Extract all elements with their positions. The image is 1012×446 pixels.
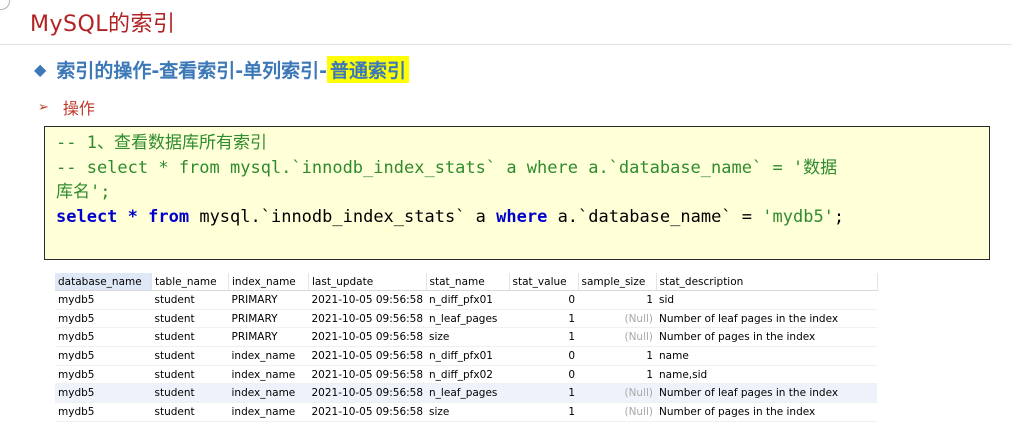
table-cell[interactable]: Number of pages in the index (656, 402, 878, 422)
column-header[interactable]: sample_size (578, 273, 657, 291)
table-cell[interactable]: (Null) (578, 327, 657, 348)
table-cell[interactable]: student (151, 327, 229, 348)
table-cell[interactable]: sid (656, 290, 878, 310)
grid-header-row: database_name table_name index_name last… (55, 273, 878, 291)
table-row[interactable]: mydb5 student PRIMARY 2021-10-05 09:56:58 si… (55, 327, 878, 348)
table-cell[interactable]: size (426, 327, 510, 348)
sql-text: ; (833, 206, 845, 227)
table-cell[interactable]: 1 (578, 290, 657, 310)
table-row[interactable]: mydb5 student PRIMARY 2021-10-05 09:56:58 n_… (55, 290, 878, 310)
table-cell[interactable]: n_leaf_pages (426, 309, 510, 329)
table-cell[interactable]: size (426, 402, 510, 422)
code-comment-line: -- select * from mysql.`innodb_index_sta… (56, 157, 838, 178)
table-cell[interactable]: 2021-10-05 09:56:58 (308, 309, 427, 329)
table-cell[interactable]: 1 (509, 309, 579, 329)
table-cell[interactable]: 2021-10-05 09:56:58 (308, 327, 427, 348)
table-cell[interactable]: 2021-10-05 09:56:58 (308, 290, 427, 310)
table-cell[interactable]: n_diff_pfx01 (426, 290, 510, 310)
section-heading-text: 索引的操作-查看索引-单列索引- (56, 60, 327, 82)
table-cell[interactable]: index_name (228, 383, 309, 404)
title-divider (0, 44, 1012, 45)
table-cell[interactable]: student (151, 309, 229, 329)
table-cell[interactable]: student (151, 402, 229, 422)
column-header[interactable]: table_name (151, 273, 229, 291)
table-cell[interactable]: index_name (228, 402, 309, 422)
table-cell[interactable]: (Null) (578, 383, 657, 404)
table-cell[interactable]: PRIMARY (228, 309, 309, 329)
column-header[interactable]: index_name (228, 273, 309, 291)
code-sql-line: select * from mysql.`innodb_index_stats`… (56, 205, 989, 230)
table-cell[interactable]: 1 (509, 327, 579, 348)
table-cell[interactable]: PRIMARY (228, 290, 309, 310)
table-cell[interactable]: (Null) (578, 402, 657, 422)
sql-keyword: select (56, 206, 118, 227)
table-cell[interactable]: student (151, 383, 229, 404)
table-row[interactable]: mydb5 student index_name 2021-10-05 09:56:5… (55, 402, 878, 422)
table-cell[interactable]: Number of leaf pages in the index (656, 309, 878, 329)
column-header[interactable]: stat_value (509, 273, 579, 291)
sql-keyword: from (148, 206, 190, 227)
table-cell[interactable]: mydb5 (55, 309, 152, 329)
table-row[interactable]: mydb5 student index_name 2021-10-05 09:56:5… (55, 346, 878, 366)
table-cell[interactable]: 0 (509, 365, 579, 385)
table-cell[interactable]: (Null) (578, 309, 657, 329)
sql-text: a.`database_name` = (547, 206, 763, 227)
corner-circle-decoration (0, 0, 10, 10)
slide-title: MySQL的索引 (30, 12, 176, 37)
table-cell[interactable]: PRIMARY (228, 327, 309, 348)
table-cell[interactable]: mydb5 (55, 290, 152, 310)
table-row[interactable]: mydb5 student PRIMARY 2021-10-05 09:56:58 n_… (55, 309, 878, 329)
table-cell[interactable]: mydb5 (55, 383, 152, 404)
table-cell[interactable]: 1 (578, 346, 657, 366)
table-cell[interactable]: index_name (228, 346, 309, 366)
table-cell[interactable]: 2021-10-05 09:56:58 (308, 346, 427, 366)
sql-string: 'mydb5' (762, 206, 834, 227)
column-header[interactable]: database_name (55, 273, 152, 291)
sub-heading-text: 操作 (62, 99, 95, 118)
sql-star: * (117, 206, 149, 227)
table-cell[interactable]: 1 (509, 402, 579, 422)
sql-text: mysql.`innodb_index_stats` a (189, 206, 497, 227)
arrow-bullet-icon: ➢ (38, 99, 49, 115)
table-cell[interactable]: mydb5 (55, 365, 152, 385)
table-cell[interactable]: 2021-10-05 09:56:58 (308, 402, 427, 422)
table-cell[interactable]: student (151, 290, 229, 310)
table-cell[interactable]: index_name (228, 365, 309, 385)
sub-heading: ➢ 操作 (38, 95, 95, 119)
column-header[interactable]: stat_name (426, 273, 510, 291)
code-block: -- 1、查看数据库所有索引 -- select * from mysql.`i… (44, 126, 990, 260)
table-cell[interactable]: Number of pages in the index (656, 327, 878, 348)
table-cell[interactable]: student (151, 365, 229, 385)
table-cell[interactable]: 2021-10-05 09:56:58 (308, 365, 427, 385)
column-header[interactable]: stat_description (656, 273, 878, 291)
table-cell[interactable]: 1 (578, 365, 657, 385)
diamond-bullet-icon: ◆ (34, 60, 47, 79)
section-heading: ◆ 索引的操作-查看索引-单列索引- 普通索引 (34, 56, 409, 83)
table-cell[interactable]: mydb5 (55, 402, 152, 422)
section-heading-highlight: 普通索引 (326, 56, 409, 83)
table-cell[interactable]: name,sid (656, 365, 878, 385)
column-header[interactable]: last_update (308, 273, 427, 291)
table-cell[interactable]: Number of leaf pages in the index (656, 383, 878, 404)
result-grid: database_name table_name index_name last… (55, 273, 878, 422)
table-cell[interactable]: n_leaf_pages (426, 383, 510, 404)
table-cell[interactable]: mydb5 (55, 346, 152, 366)
code-comment-line: -- 1、查看数据库所有索引 (56, 133, 267, 153)
table-cell[interactable]: name (656, 346, 878, 366)
table-cell[interactable]: student (151, 346, 229, 366)
table-cell[interactable]: 1 (509, 383, 579, 404)
table-cell[interactable]: 0 (509, 346, 579, 366)
table-cell[interactable]: n_diff_pfx02 (426, 365, 510, 385)
table-cell[interactable]: 0 (509, 290, 579, 310)
table-row[interactable]: mydb5 student index_name 2021-10-05 09:56:5… (55, 383, 878, 404)
table-row[interactable]: mydb5 student index_name 2021-10-05 09:56:5… (55, 365, 878, 385)
sql-keyword: where (496, 206, 548, 227)
table-cell[interactable]: mydb5 (55, 327, 152, 348)
table-cell[interactable]: n_diff_pfx01 (426, 346, 510, 366)
table-cell[interactable]: 2021-10-05 09:56:58 (308, 383, 427, 404)
code-comment-line: 库名'; (56, 182, 111, 202)
